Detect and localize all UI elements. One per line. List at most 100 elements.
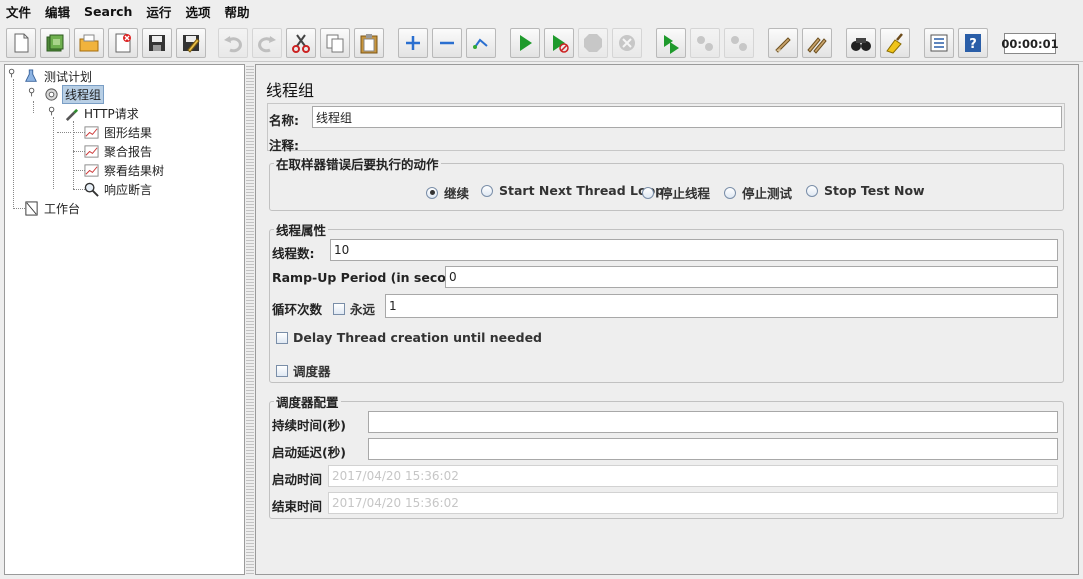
duration-label: 持续时间(秒) [272, 418, 346, 433]
clear-all-button[interactable] [802, 28, 832, 58]
duration-field[interactable] [368, 411, 1058, 433]
thread-group-panel: 线程组 名称: 线程组 注释: 在取样器错误后要执行的动作 继续 Start N… [255, 64, 1079, 575]
close-button[interactable] [108, 28, 138, 58]
help-icon: ? [965, 34, 981, 52]
menu-run[interactable]: 运行 [146, 2, 171, 21]
stop-icon [584, 34, 602, 52]
copy-icon [326, 34, 344, 53]
threads-field[interactable]: 10 [330, 239, 1058, 261]
tree-label: 察看结果树 [104, 163, 165, 178]
open-button[interactable] [74, 28, 104, 58]
name-field[interactable]: 线程组 [312, 106, 1062, 128]
save-as-button[interactable] [176, 28, 206, 58]
startup-delay-label: 启动延迟(秒) [272, 445, 346, 460]
undo-icon [224, 36, 242, 53]
tree-node-test-plan[interactable]: 测试计划 [23, 67, 94, 85]
chart-icon [83, 162, 99, 178]
radio-stop-test-now[interactable]: Stop Test Now [806, 183, 925, 198]
tree-node-thread-group[interactable]: 线程组 [43, 84, 105, 104]
clear-icon [775, 37, 791, 53]
tree-node-response-assertion[interactable]: 响应断言 [83, 180, 154, 198]
function-helper-button[interactable] [924, 28, 954, 58]
panel-splitter[interactable] [246, 64, 254, 575]
undo-button[interactable] [218, 28, 248, 58]
templates-button[interactable] [40, 28, 70, 58]
collapse-button[interactable] [432, 28, 462, 58]
paste-button[interactable] [354, 28, 384, 58]
scheduler-checkbox[interactable]: 调度器 [276, 361, 331, 380]
forever-checkbox[interactable]: 永远 [333, 299, 375, 318]
loop-label: 循环次数 [272, 302, 323, 317]
scheduler-config-legend: 调度器配置 [276, 395, 339, 410]
toggle-button[interactable] [466, 28, 496, 58]
flask-icon [23, 68, 39, 84]
radio-dot [481, 184, 493, 197]
loop-count-field[interactable]: 1 [385, 294, 1058, 318]
radio-label: 继续 [444, 186, 470, 201]
startup-delay-field[interactable] [368, 438, 1058, 460]
save-as-icon [183, 35, 200, 53]
menu-edit[interactable]: 编辑 [45, 2, 70, 21]
radio-start-next-loop[interactable]: Start Next Thread Loop [481, 183, 664, 198]
remote-stop-icon [697, 36, 713, 51]
stop-button[interactable] [578, 28, 608, 58]
remote-start-button[interactable] [656, 28, 686, 58]
menu-search[interactable]: Search [84, 4, 132, 19]
menu-help[interactable]: 帮助 [224, 2, 249, 21]
reset-search-icon [886, 33, 903, 54]
new-button[interactable] [6, 28, 36, 58]
expand-button[interactable] [398, 28, 428, 58]
expand-icon [406, 36, 420, 50]
start-no-pause-button[interactable] [544, 28, 574, 58]
radio-stop-test[interactable]: 停止测试 [724, 183, 792, 202]
page-title: 线程组 [266, 81, 315, 100]
start-time-label: 启动时间 [272, 472, 323, 487]
expand-handle[interactable]: ⚲ [8, 68, 15, 79]
tree-node-view-results-tree[interactable]: 察看结果树 [83, 161, 166, 179]
help-button[interactable]: ? [958, 28, 988, 58]
radio-stop-thread[interactable]: 停止线程 [642, 183, 710, 202]
templates-icon [46, 34, 64, 52]
tree-label: 测试计划 [44, 69, 93, 84]
toggle-icon [473, 38, 488, 49]
name-comment-box: 名称: 线程组 注释: [267, 103, 1065, 153]
copy-button[interactable] [320, 28, 350, 58]
start-button[interactable] [510, 28, 540, 58]
remote-stop-button[interactable] [690, 28, 720, 58]
radio-label: Start Next Thread Loop [499, 183, 665, 198]
sampler-error-legend: 在取样器错误后要执行的动作 [276, 157, 439, 172]
threads-label: 线程数: [272, 246, 315, 261]
redo-button[interactable] [252, 28, 282, 58]
tree-node-http-request[interactable]: HTTP请求 [63, 104, 141, 122]
reset-search-button[interactable] [880, 28, 910, 58]
comment-label: 注释: [269, 138, 299, 153]
clear-button[interactable] [768, 28, 798, 58]
remote-exit-icon [731, 36, 747, 51]
delay-thread-checkbox[interactable]: Delay Thread creation until needed [276, 330, 542, 345]
cut-button[interactable] [286, 28, 316, 58]
tree-node-workbench[interactable]: 工作台 [23, 199, 82, 217]
menu-file[interactable]: 文件 [6, 2, 31, 21]
tree-label: 工作台 [44, 201, 81, 216]
radio-continue[interactable]: 继续 [426, 183, 469, 202]
end-time-field[interactable]: 2017/04/20 15:36:02 [328, 492, 1058, 514]
tree-node-graph-results[interactable]: 图形结果 [83, 123, 154, 141]
radio-dot [724, 186, 736, 199]
search-button[interactable] [846, 28, 876, 58]
paste-icon [360, 34, 378, 54]
checkbox-box [276, 364, 288, 377]
save-icon [149, 35, 165, 51]
menu-options[interactable]: 选项 [185, 2, 210, 21]
start-time-field[interactable]: 2017/04/20 15:36:02 [328, 465, 1058, 487]
rampup-field[interactable]: 0 [445, 266, 1058, 288]
start-icon [520, 35, 532, 51]
expand-handle[interactable]: ⚲ [28, 87, 35, 98]
expand-handle[interactable]: ⚲ [48, 106, 55, 117]
toolbar: ? [0, 24, 1083, 62]
remote-exit-button[interactable] [724, 28, 754, 58]
tree-node-aggregate-report[interactable]: 聚合报告 [83, 142, 154, 160]
thread-props-legend: 线程属性 [276, 223, 327, 238]
save-button[interactable] [142, 28, 172, 58]
shutdown-button[interactable] [612, 28, 642, 58]
magnifier-icon [83, 181, 99, 197]
